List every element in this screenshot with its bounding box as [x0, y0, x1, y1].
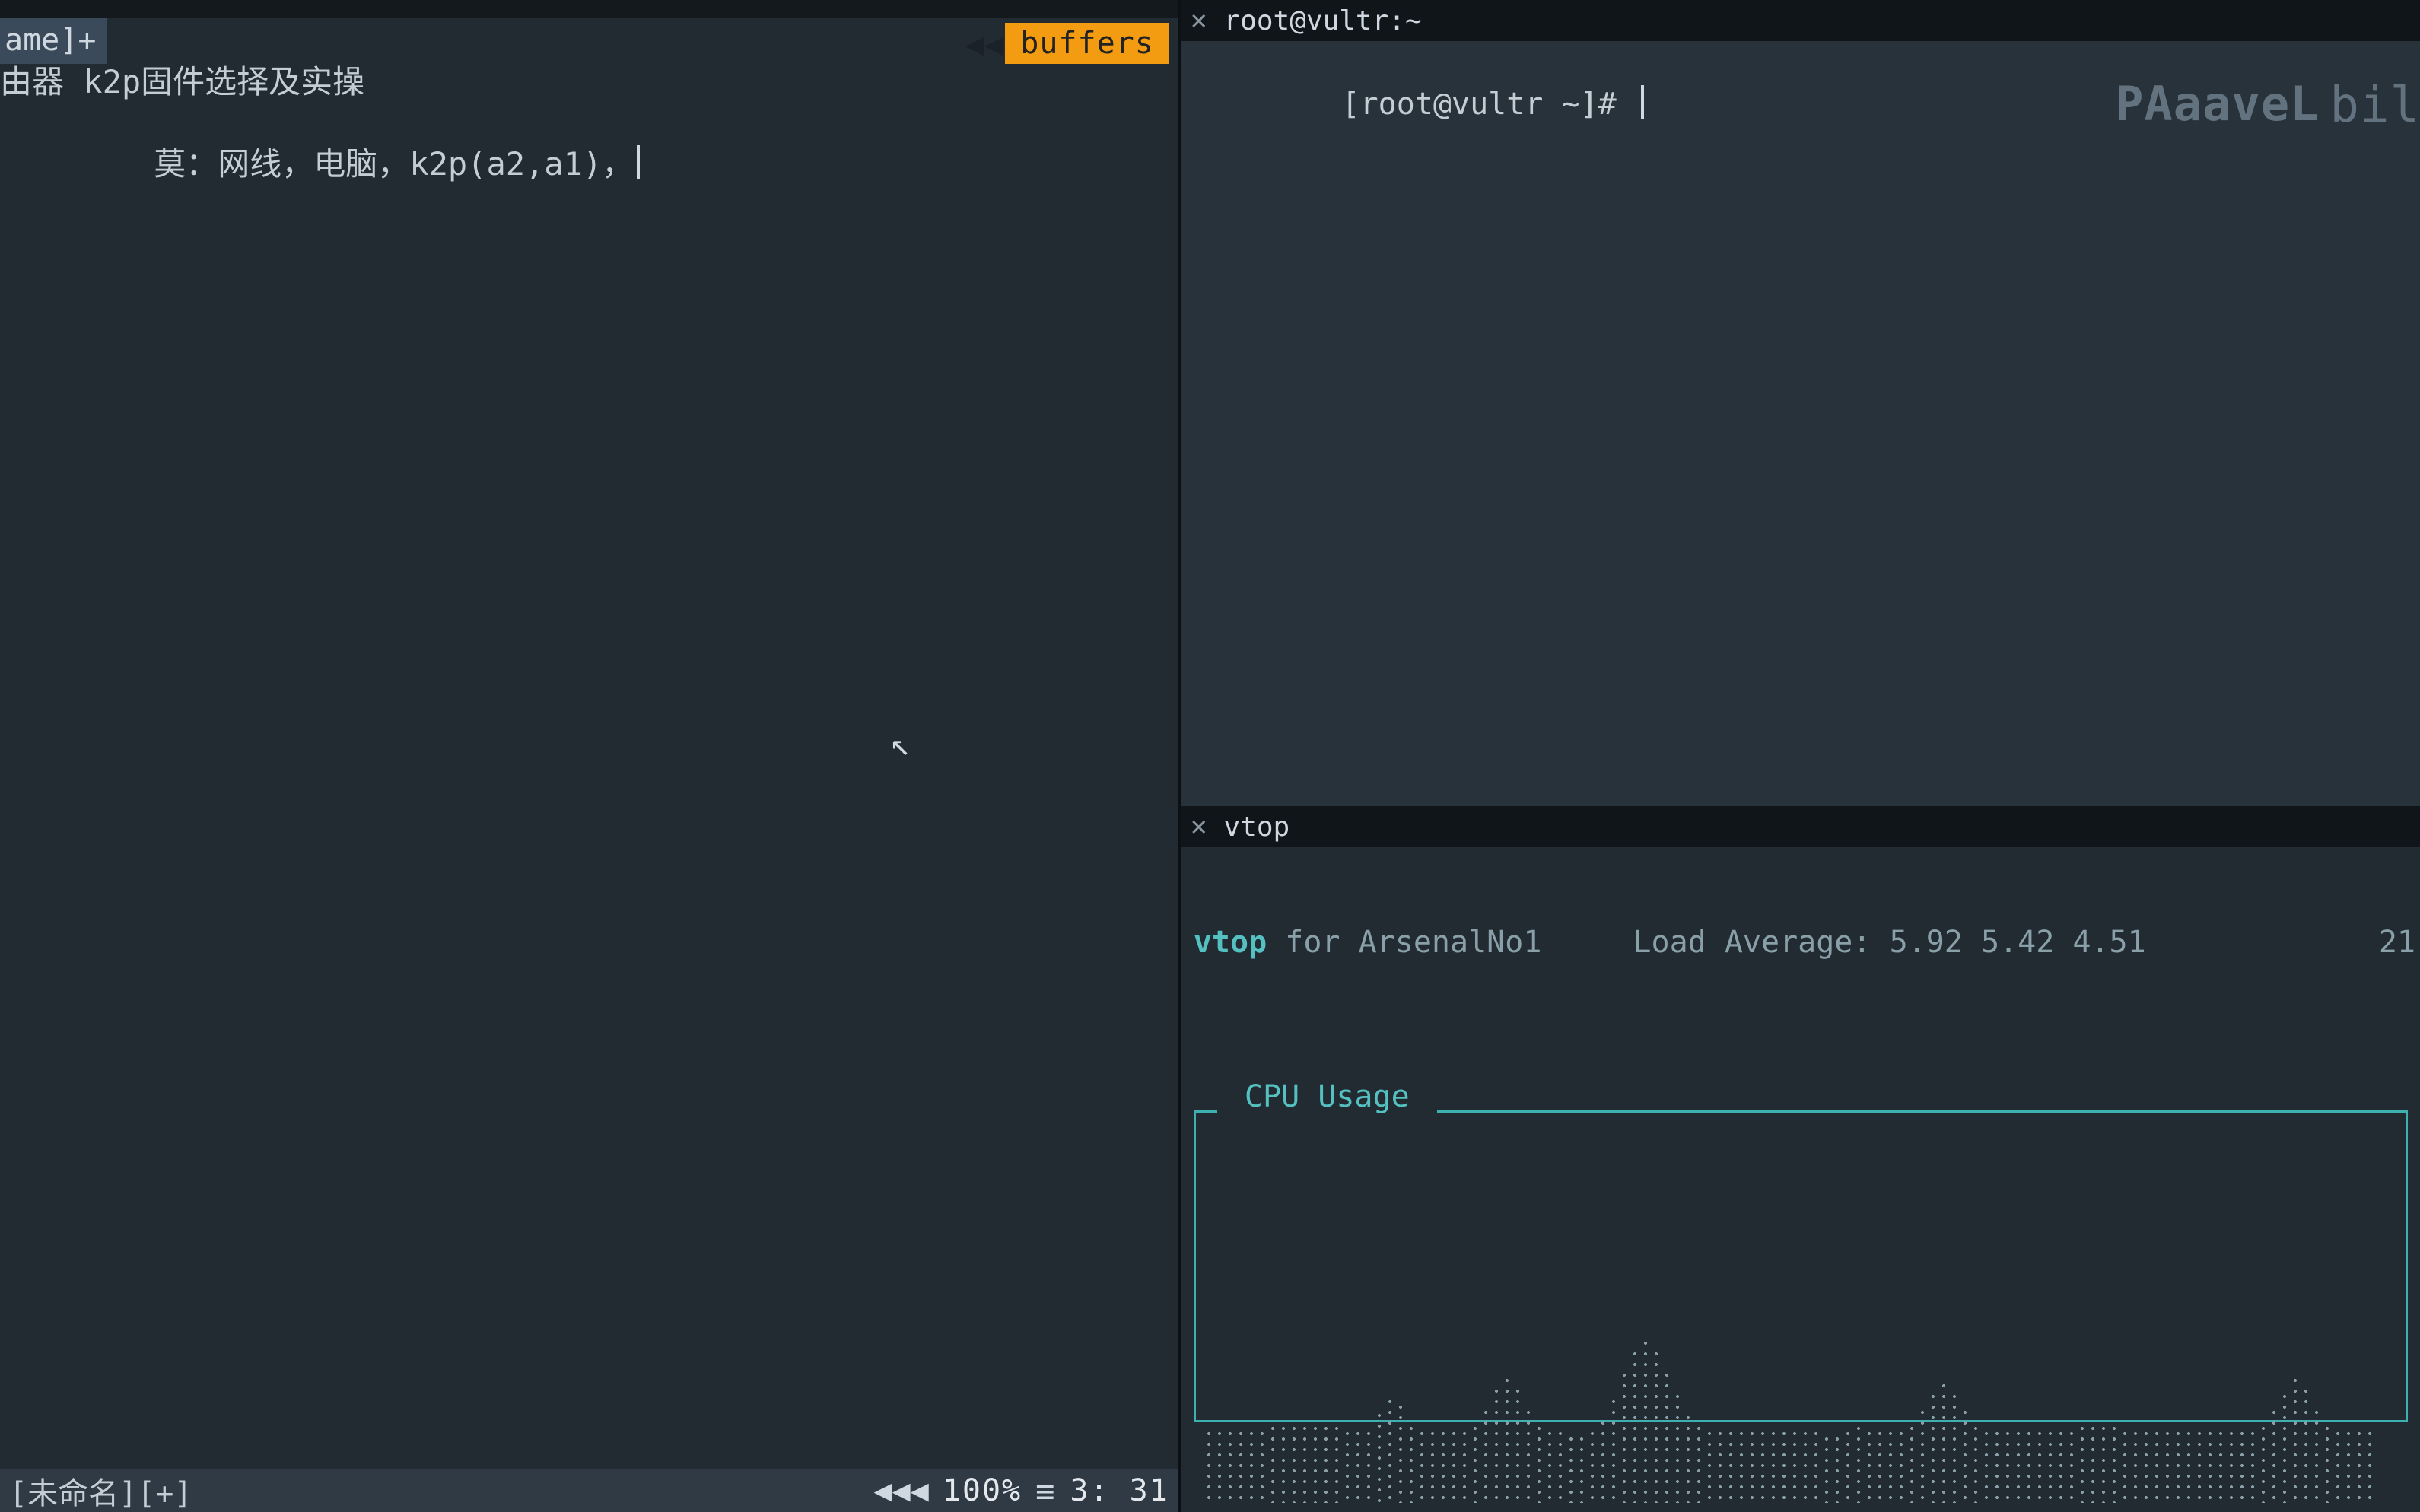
vtop-tab-bar: ✕ vtop [1181, 806, 2420, 847]
vtop-title: vtop [1194, 925, 1267, 960]
vtop-right-number: 21 [2379, 925, 2420, 960]
editor-cursor [637, 145, 640, 179]
cpu-usage-panel: CPU Usage [1194, 1110, 2408, 1422]
terminal-tab-title[interactable]: root@vultr:~ [1224, 5, 1422, 37]
editor-tabline: ame]+ ◀◀ buffers [0, 18, 1178, 64]
cpu-usage-label: CPU Usage [1217, 1079, 1437, 1114]
editor-tab[interactable]: ame]+ [0, 18, 107, 64]
editor-body[interactable]: 由器 k2p固件选择及实操 莫：网线，电脑，k2p(a2,a1)， ↖ [0, 64, 1178, 1469]
watermark: PAaaveLbil [2115, 76, 2420, 134]
rewind-icon: ◀◀ [965, 25, 1004, 62]
status-rewind-icon: ◀◀◀ [874, 1473, 929, 1508]
cpu-usage-chart [1204, 1237, 2398, 1503]
status-filename: [未命名][+] [9, 1469, 192, 1512]
vtop-area[interactable]: vtop for ArsenalNo1 Load Average: 5.92 5.… [1181, 847, 2420, 1512]
shell-cursor [1641, 85, 1644, 119]
vtop-load-label: Load Average: [1633, 925, 1889, 960]
editor-line-1: 由器 k2p固件选择及实操 [0, 64, 1172, 100]
buffers-label: buffers [1005, 23, 1169, 64]
vtop-host: for ArsenalNo1 [1267, 925, 1541, 960]
watermark-sub: bil [2329, 78, 2420, 134]
status-position: 3: 31 [1070, 1473, 1169, 1508]
right-pane: ✕ root@vultr:~ [root@vultr ~]# PAaaveLbi… [1178, 0, 2420, 1512]
mouse-cursor-icon: ↖ [890, 726, 911, 763]
editor-line-2: 莫：网线，电脑，k2p(a2,a1)， [0, 109, 1172, 218]
shell-area[interactable]: [root@vultr ~]# PAaaveLbil [1181, 41, 2420, 806]
vtop-header: vtop for ArsenalNo1 Load Average: 5.92 5.… [1194, 925, 2420, 960]
close-icon[interactable]: ✕ [1191, 7, 1207, 34]
buffers-tag[interactable]: ◀◀ buffers [965, 23, 1169, 64]
editor-topbar [0, 0, 1178, 18]
watermark-main: PAaaveL [2115, 76, 2319, 132]
status-percent: 100% [943, 1473, 1022, 1508]
editor-statusline: [未命名][+] ◀◀◀ 100% ≡ 3: 31 [0, 1469, 1178, 1512]
editor-pane: ame]+ ◀◀ buffers 由器 k2p固件选择及实操 莫：网线，电脑，k… [0, 0, 1178, 1512]
vtop-load-values: 5.92 5.42 4.51 [1890, 925, 2146, 960]
vtop-tab-title[interactable]: vtop [1224, 812, 1290, 843]
close-icon[interactable]: ✕ [1191, 813, 1207, 840]
terminal-tab-bar: ✕ root@vultr:~ [1181, 0, 2420, 41]
lines-icon: ≡ [1035, 1472, 1054, 1510]
app-root: ame]+ ◀◀ buffers 由器 k2p固件选择及实操 莫：网线，电脑，k… [0, 0, 2420, 1512]
